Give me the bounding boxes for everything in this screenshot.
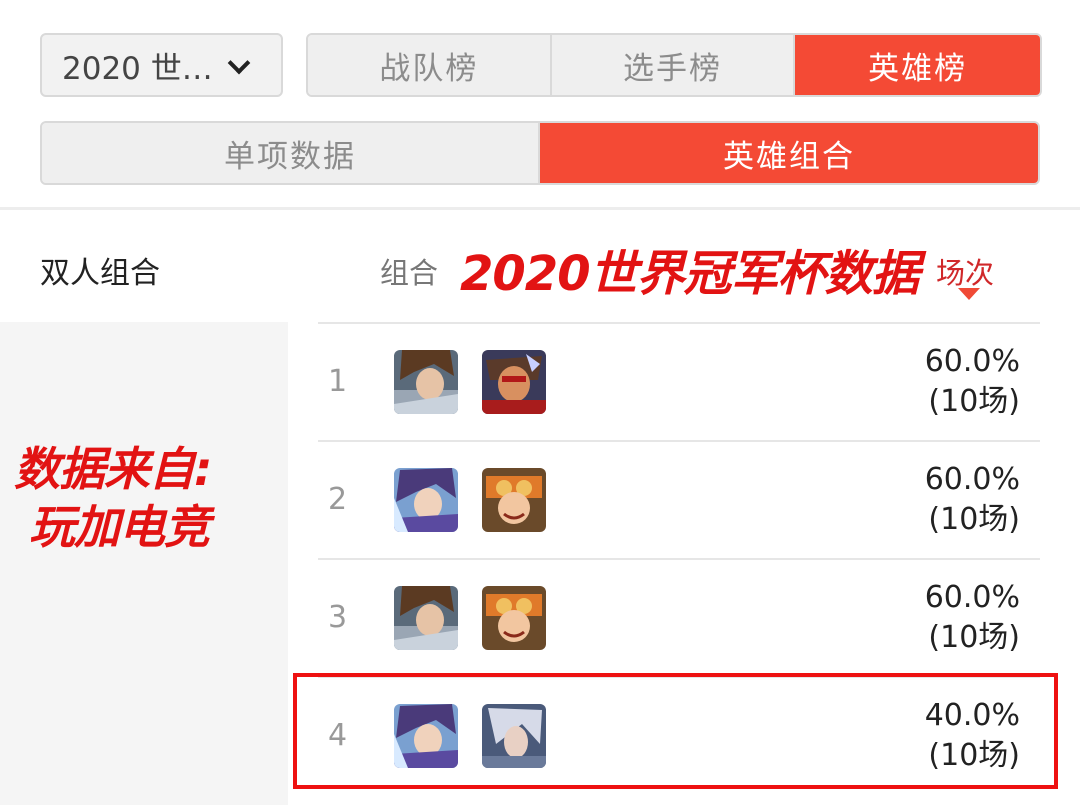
table-row[interactable]: 2 60.0% (10场): [318, 440, 1040, 558]
rate-cell: 60.0% (10场): [925, 460, 1020, 540]
section-divider: [0, 207, 1080, 210]
source-note: 数据来自: 玩加电竞: [14, 442, 212, 554]
win-rate: 60.0%: [924, 462, 1020, 497]
hero-goggles-girl-icon[interactable]: [482, 468, 546, 532]
hero-subtabs: 单项数据 英雄组合: [40, 121, 1040, 185]
rate-cell: 60.0% (10场): [925, 342, 1020, 422]
win-rate: 60.0%: [924, 344, 1020, 379]
tab-hero-ranking[interactable]: 英雄榜: [795, 35, 1040, 95]
table-row[interactable]: 1 60.0% (10场): [318, 322, 1040, 440]
column-header-combo: 组合: [380, 256, 439, 290]
table-row[interactable]: 3 60.0% (10场): [318, 558, 1040, 676]
rank: 3: [328, 600, 348, 635]
hero-red-mask-icon[interactable]: [482, 350, 546, 414]
ranking-tabs: 战队榜 选手榜 英雄榜: [306, 33, 1042, 97]
hero-goggles-girl-icon[interactable]: [482, 586, 546, 650]
sort-desc-icon[interactable]: [958, 288, 980, 300]
games-count: (10场): [928, 502, 1020, 537]
overlay-title: 2020世界冠军杯数据: [460, 246, 920, 302]
rate-cell: 60.0% (10场): [925, 578, 1020, 658]
hero-purple-hair-icon[interactable]: [394, 468, 458, 532]
subtab-single-stats[interactable]: 单项数据: [42, 123, 540, 183]
rank: 1: [328, 364, 348, 399]
rank: 2: [328, 482, 348, 517]
tab-player-ranking[interactable]: 选手榜: [551, 35, 796, 95]
season-dropdown-label: 2020 世…: [62, 50, 213, 87]
chevron-down-icon: [227, 51, 251, 75]
tab-team-ranking[interactable]: 战队榜: [308, 35, 552, 95]
combo-type-selector[interactable]: 双人组合: [40, 248, 160, 292]
highlight-box: [293, 673, 1058, 789]
season-dropdown[interactable]: 2020 世…: [40, 33, 283, 97]
column-header-games[interactable]: 场次: [936, 250, 994, 292]
left-panel: [0, 322, 288, 805]
win-rate: 60.0%: [924, 580, 1020, 615]
games-count: (10场): [928, 620, 1020, 655]
hero-brown-hair-icon[interactable]: [394, 586, 458, 650]
games-count: (10场): [928, 384, 1020, 419]
hero-brown-hair-icon[interactable]: [394, 350, 458, 414]
subtab-hero-combo[interactable]: 英雄组合: [540, 123, 1038, 183]
